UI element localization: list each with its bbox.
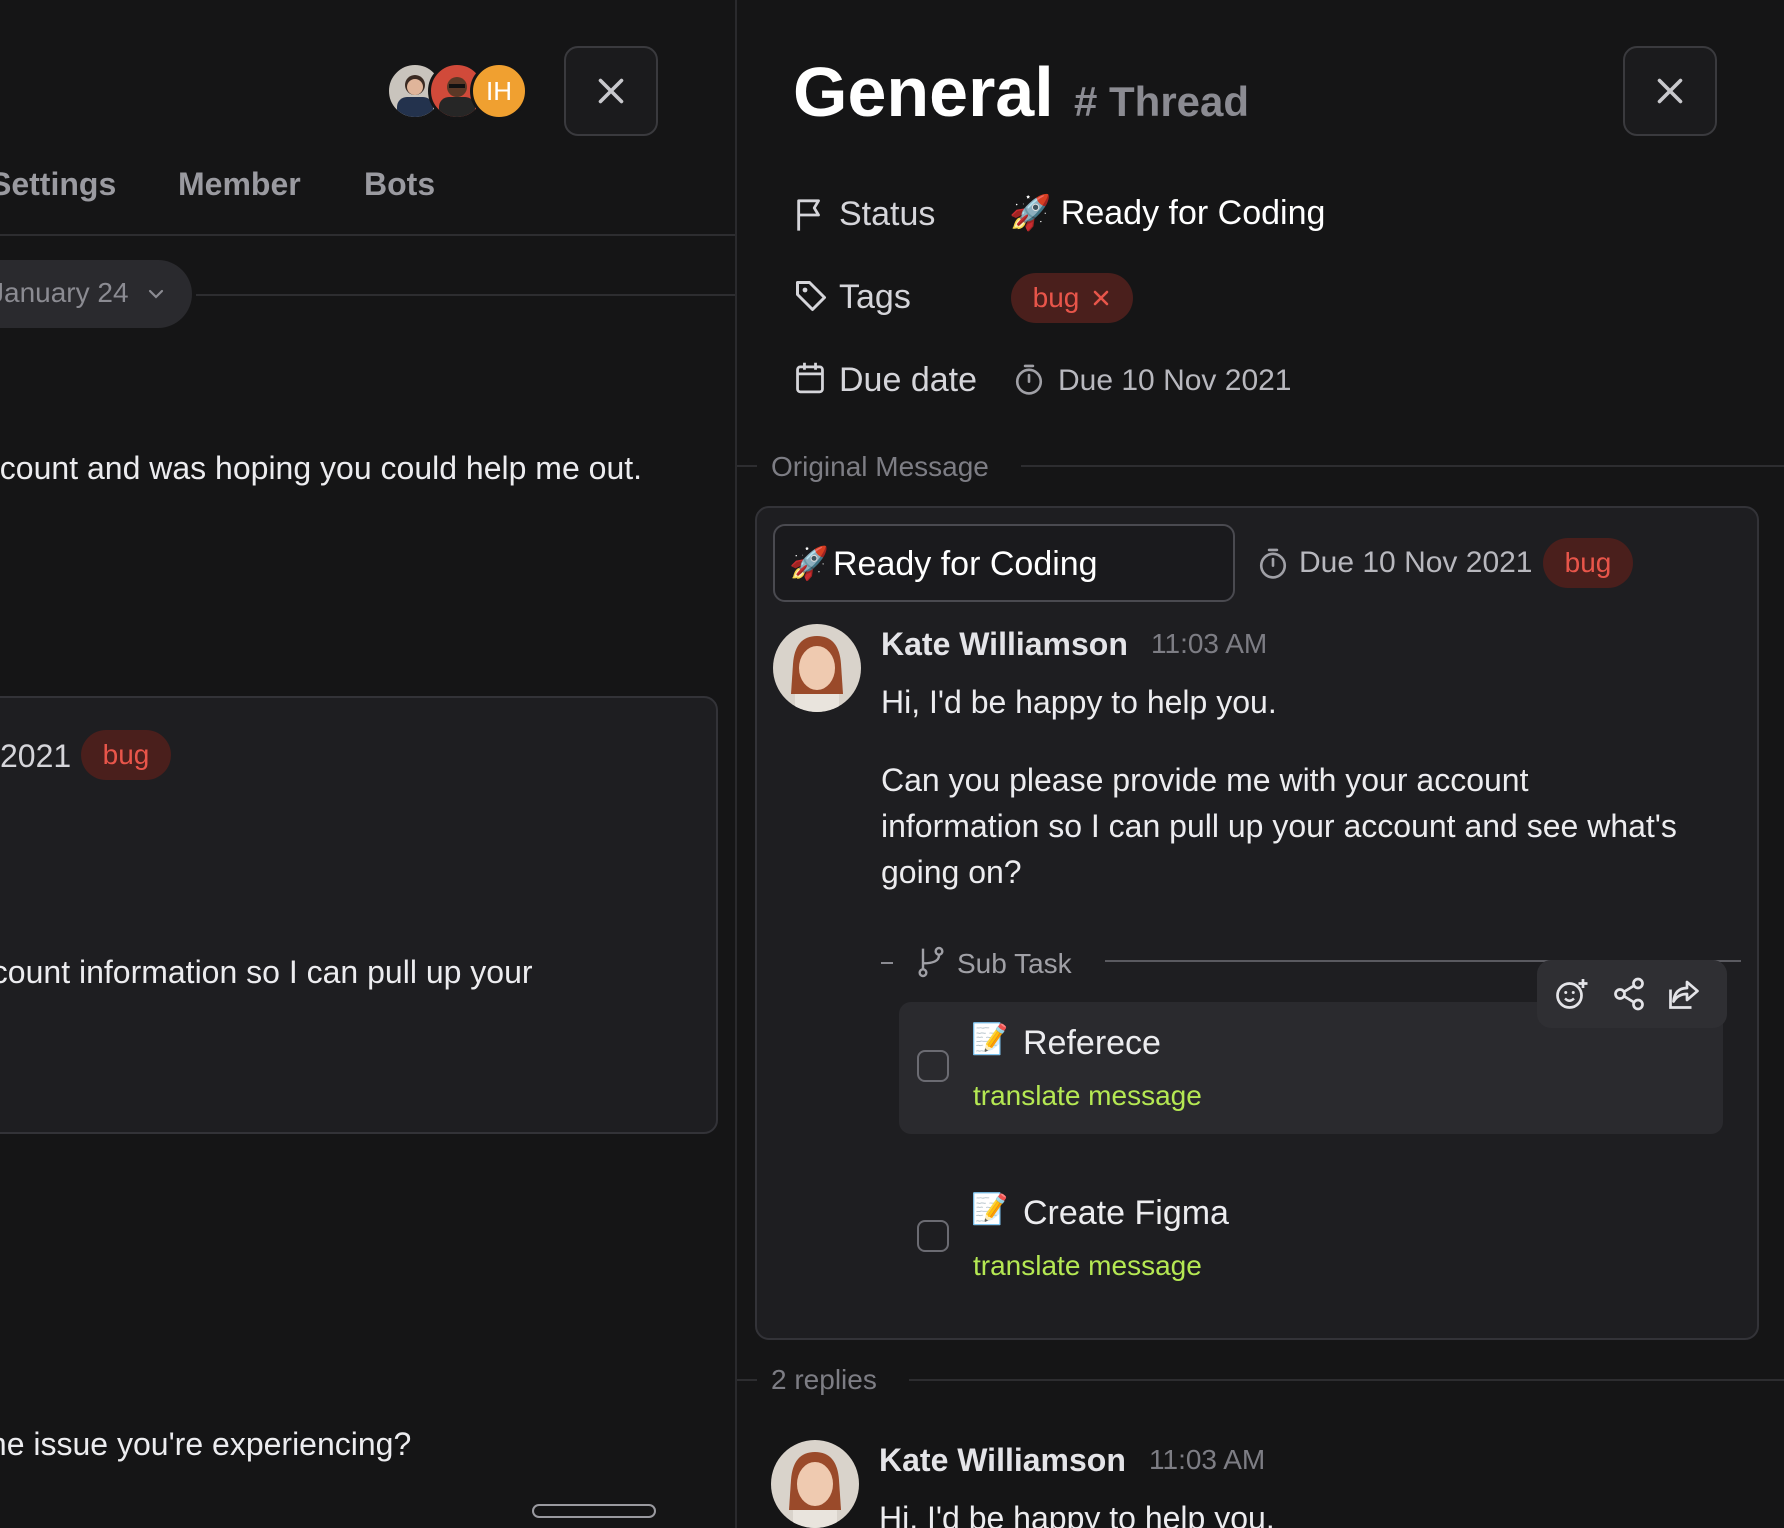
share-icon[interactable]: [1611, 976, 1647, 1012]
subtask-item[interactable]: 📝 Create Figma translate message: [899, 1172, 1723, 1304]
bug-tag[interactable]: bug: [1011, 273, 1133, 323]
status-text: Ready for Coding: [833, 545, 1098, 583]
message-text: Hi, I'd be happy to help you.: [879, 1500, 1275, 1528]
tab-member[interactable]: Member: [178, 166, 301, 203]
status-value[interactable]: 🚀 Ready for Coding: [1009, 193, 1325, 233]
close-icon: [1657, 78, 1683, 104]
scrollbar[interactable]: [532, 1504, 656, 1518]
message-toolbar: [1537, 960, 1727, 1028]
status-text: Ready for Coding: [1060, 194, 1326, 232]
forward-icon[interactable]: [1665, 976, 1703, 1012]
timestamp: 11:03 AM: [1149, 1444, 1266, 1475]
message-card: 2021 bug account information so I can pu…: [0, 696, 718, 1134]
avatar[interactable]: IH: [470, 62, 528, 120]
card-due-text: 2021: [0, 738, 72, 774]
bug-tag[interactable]: bug: [1543, 538, 1633, 588]
close-button[interactable]: [564, 46, 658, 136]
status-label: Status: [839, 195, 936, 233]
chevron-down-icon: [148, 289, 164, 299]
divider-line: [737, 465, 757, 467]
date-divider: [196, 294, 735, 296]
message-text: information so I can pull up your accoun…: [881, 808, 1677, 844]
timer-icon: [1015, 364, 1043, 395]
thread-panel: General # Thread Status 🚀 Ready for Codi…: [737, 0, 1784, 1528]
card-text: account information so I can pull up you…: [0, 954, 533, 990]
translate-link[interactable]: translate message: [973, 1080, 1202, 1112]
timer-icon: [1259, 548, 1287, 579]
page-title: General: [793, 53, 1054, 131]
close-button[interactable]: [1623, 46, 1717, 136]
subtask-title: Referece: [1023, 1024, 1161, 1062]
tags-label: Tags: [839, 278, 911, 316]
message-text: Can you please provide me with your acco…: [881, 762, 1529, 798]
tag-icon: [796, 281, 826, 311]
divider-line: [737, 1379, 757, 1381]
original-message-label: Original Message: [771, 451, 989, 482]
flag-icon: [797, 199, 820, 231]
left-panel: IH Settings Member Bots January 24 accou…: [0, 0, 735, 1528]
avatar[interactable]: [773, 624, 861, 712]
memo-icon: 📝: [971, 1193, 1009, 1226]
thread-subtitle: # Thread: [1074, 78, 1250, 125]
subtask-label: Sub Task: [957, 948, 1072, 979]
translate-link[interactable]: translate message: [973, 1250, 1202, 1282]
message-text: going on?: [881, 854, 1022, 890]
replies-count[interactable]: 2 replies: [771, 1364, 877, 1396]
calendar-icon: [796, 362, 824, 394]
bug-tag[interactable]: bug: [81, 730, 171, 780]
subtask-checkbox[interactable]: [917, 1220, 949, 1252]
due-date-value[interactable]: Due 10 Nov 2021: [1299, 546, 1533, 580]
due-date-label: Due date: [839, 361, 977, 399]
rocket-icon: 🚀: [1009, 194, 1052, 232]
author-name[interactable]: Kate Williamson: [881, 626, 1128, 663]
divider-line: [909, 1379, 1784, 1381]
close-icon: [598, 78, 624, 104]
subtask-checkbox[interactable]: [917, 1050, 949, 1082]
avatar[interactable]: [771, 1440, 859, 1528]
status-chip[interactable]: 🚀 Ready for Coding: [773, 524, 1235, 602]
add-reaction-icon[interactable]: [1553, 976, 1589, 1012]
author-name[interactable]: Kate Williamson: [879, 1442, 1126, 1479]
divider-line: [1021, 465, 1784, 467]
avatar-initials: IH: [486, 75, 512, 106]
timestamp: 11:03 AM: [1151, 628, 1268, 659]
close-icon[interactable]: [1091, 288, 1111, 308]
date-label: January 24: [0, 277, 129, 308]
tab-bots[interactable]: Bots: [364, 166, 435, 203]
tab-settings[interactable]: Settings: [0, 166, 116, 203]
tag-text: bug: [1032, 282, 1080, 313]
tabs-divider: [0, 234, 735, 236]
due-date-value[interactable]: Due 10 Nov 2021: [1058, 364, 1292, 398]
message-text: Hi, I'd be happy to help you.: [881, 684, 1277, 720]
date-pill[interactable]: January 24: [0, 260, 192, 328]
rocket-icon: 🚀: [789, 545, 829, 581]
original-message-card: 🚀 Ready for Coding Due 10 Nov 2021 bug K…: [755, 506, 1759, 1340]
memo-icon: 📝: [971, 1023, 1009, 1056]
divider-line: [881, 962, 893, 964]
branch-icon: [918, 946, 944, 978]
subtask-title: Create Figma: [1023, 1194, 1229, 1232]
message-text: account and was hoping you could help me…: [0, 450, 643, 486]
message-text: the issue you're experiencing?: [0, 1426, 412, 1462]
